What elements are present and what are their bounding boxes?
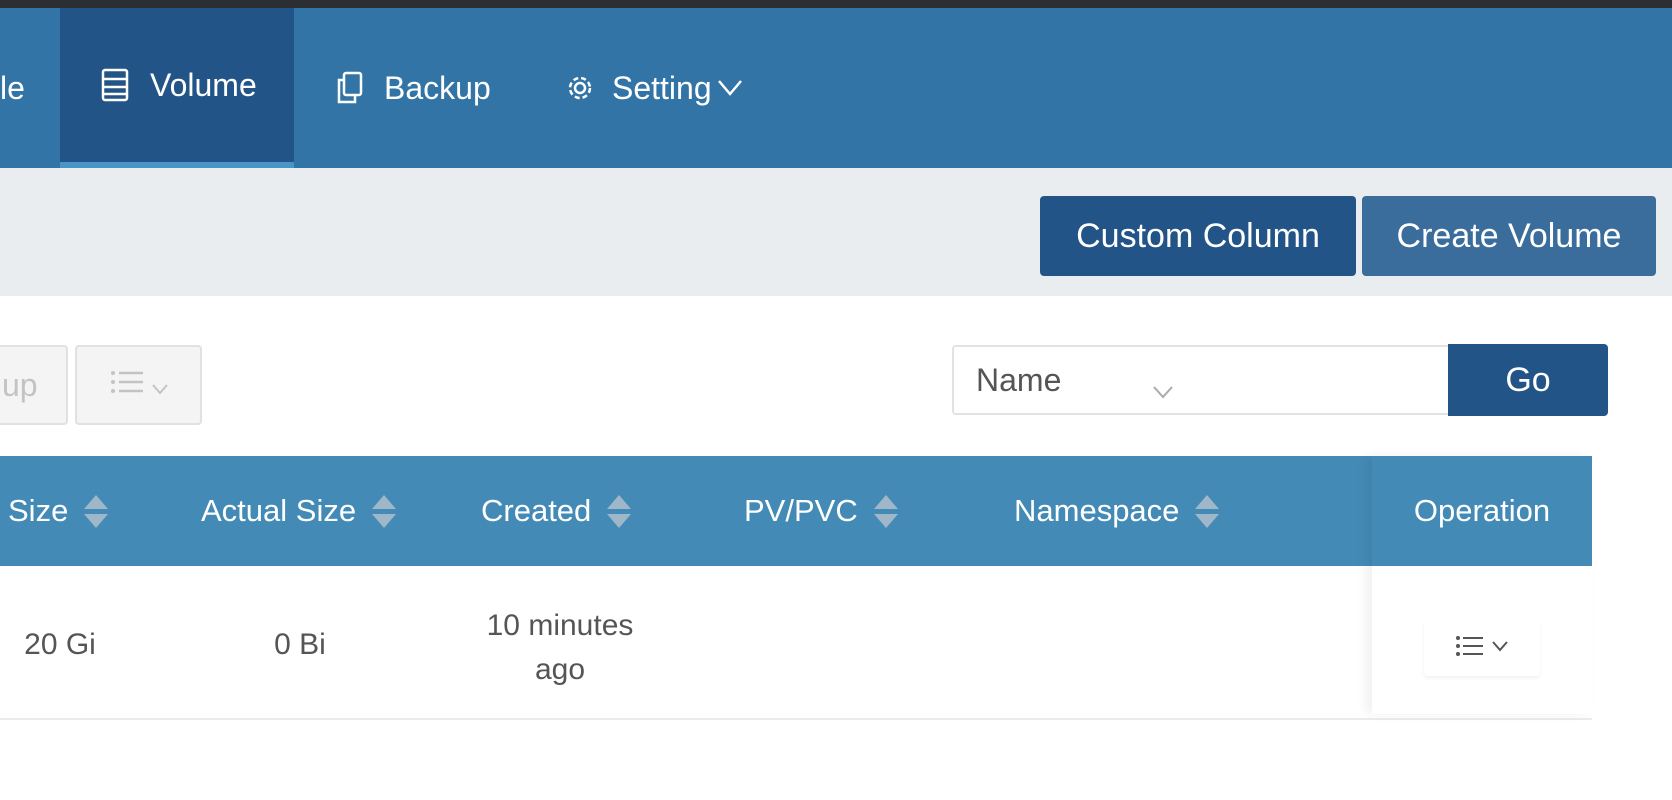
volume-icon xyxy=(100,68,130,102)
search-field-select[interactable]: Name xyxy=(952,345,1198,415)
cell-size: 20 Gi xyxy=(24,628,96,661)
nav-item-volume[interactable]: Volume xyxy=(60,8,294,168)
sort-icon[interactable] xyxy=(84,494,109,528)
column-header-namespace-label: Namespace xyxy=(1014,493,1180,528)
window-top-edge xyxy=(0,0,1672,8)
chevron-down-icon xyxy=(151,367,169,404)
list-icon xyxy=(1455,634,1485,663)
sort-icon[interactable] xyxy=(1195,494,1220,528)
search-field-selected: Name xyxy=(976,361,1062,398)
custom-column-button[interactable]: Custom Column xyxy=(1040,196,1356,276)
sort-icon[interactable] xyxy=(372,494,397,528)
backup-icon xyxy=(336,71,364,105)
go-button[interactable]: Go xyxy=(1448,344,1608,416)
nav-item-partial[interactable]: le xyxy=(0,8,40,168)
nav-item-partial-label: le xyxy=(0,69,25,106)
column-header-operation: Operation xyxy=(1372,456,1592,566)
nav-item-setting[interactable]: Setting xyxy=(564,8,764,168)
backup-action-button[interactable]: up xyxy=(0,345,68,425)
column-header-size[interactable]: Size xyxy=(8,456,109,566)
column-header-size-label: Size xyxy=(8,493,69,528)
cell-created: 10 minutes ago xyxy=(460,604,660,692)
toolbar: Custom Column Create Volume xyxy=(0,168,1672,296)
create-volume-button[interactable]: Create Volume xyxy=(1362,196,1656,276)
nav-item-setting-label: Setting xyxy=(612,69,712,106)
column-header-actual-size-label: Actual Size xyxy=(201,493,357,528)
cell-created-line1: 10 minutes xyxy=(486,609,634,642)
column-header-created-label: Created xyxy=(481,493,592,528)
column-header-namespace[interactable]: Namespace xyxy=(1014,456,1220,566)
backup-action-label: up xyxy=(2,366,38,403)
nav-item-backup-label: Backup xyxy=(384,69,491,106)
top-navbar: le Volume Backup Setting xyxy=(0,8,1672,168)
search-input[interactable] xyxy=(1196,345,1450,415)
table-header: Size Actual Size Created PV/PVC Namespac… xyxy=(0,456,1592,566)
chevron-down-icon xyxy=(1152,371,1174,408)
list-icon xyxy=(109,367,145,404)
gear-icon xyxy=(564,72,596,104)
sort-icon[interactable] xyxy=(607,494,632,528)
chevron-down-icon xyxy=(1491,639,1509,658)
cell-actual-size: 0 Bi xyxy=(274,628,326,661)
column-header-pv-pvc[interactable]: PV/PVC xyxy=(744,456,898,566)
bulk-actions-dropdown[interactable] xyxy=(75,345,202,425)
nav-item-volume-label: Volume xyxy=(150,66,257,103)
nav-item-backup[interactable]: Backup xyxy=(336,8,516,168)
column-header-actual-size[interactable]: Actual Size xyxy=(201,456,397,566)
table-row: 20 Gi 0 Bi 10 minutes ago xyxy=(0,566,1592,720)
sort-icon[interactable] xyxy=(873,494,898,528)
row-operation-dropdown[interactable] xyxy=(1424,620,1540,676)
chevron-down-icon xyxy=(716,78,744,98)
cell-created-line2: ago xyxy=(534,653,586,686)
column-header-pv-pvc-label: PV/PVC xyxy=(744,493,858,528)
column-header-created[interactable]: Created xyxy=(481,456,632,566)
